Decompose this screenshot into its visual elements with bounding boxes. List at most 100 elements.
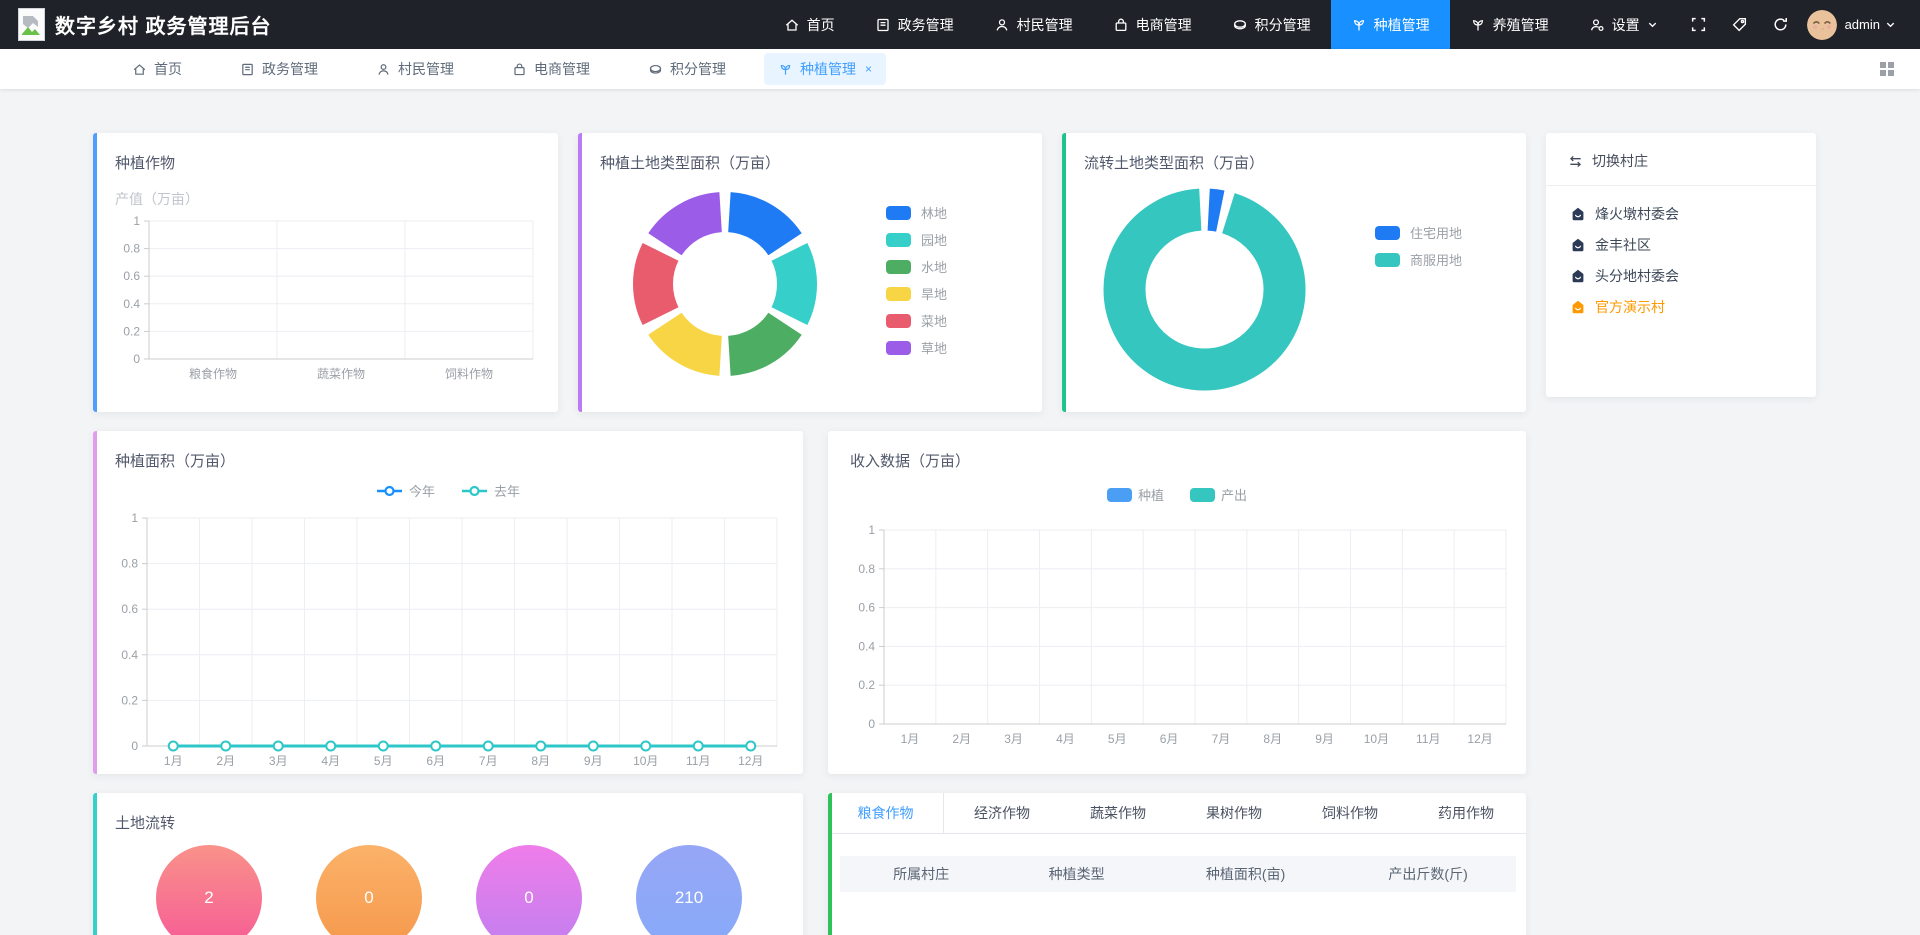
svg-text:0.4: 0.4 [123, 297, 140, 311]
svg-text:10月: 10月 [1364, 732, 1389, 746]
tag-button[interactable] [1719, 0, 1760, 49]
svg-text:12月: 12月 [738, 754, 763, 768]
card-accent [578, 133, 582, 412]
legend-item[interactable]: 今年 [376, 481, 435, 500]
legend-swatch [886, 206, 911, 220]
refresh-button[interactable] [1760, 0, 1801, 49]
village-3[interactable]: 头分地村委会 [1570, 266, 1796, 286]
fullscreen-icon [1690, 16, 1707, 33]
tab-gov[interactable]: 政务管理 [220, 53, 338, 85]
svg-text:7月: 7月 [1212, 732, 1231, 746]
line-chart-legend: 今年 去年 [93, 481, 803, 500]
crop-tab[interactable]: 果树作物 [1176, 793, 1292, 833]
card-accent [93, 793, 97, 935]
navbar-tools [1678, 0, 1801, 49]
tab-points[interactable]: 积分管理 [628, 53, 746, 85]
crop-tab[interactable]: 药用作物 [1408, 793, 1524, 833]
legend-item[interactable]: 产出 [1190, 485, 1247, 504]
card-accent [828, 793, 832, 935]
nav-item-gov[interactable]: 政务管理 [855, 0, 974, 49]
home-icon [784, 17, 800, 33]
village-4[interactable]: 官方演示村 [1570, 297, 1796, 317]
village-list: 烽火墩村委会金丰社区头分地村委会官方演示村 [1546, 186, 1816, 317]
svg-text:9月: 9月 [1315, 732, 1334, 746]
card-accent [1062, 133, 1066, 412]
crop-tab[interactable]: 经济作物 [944, 793, 1060, 833]
svg-text:6月: 6月 [426, 754, 445, 768]
legend-item[interactable]: 草地 [886, 338, 947, 357]
nav-item-settings[interactable]: 设置 [1569, 0, 1678, 49]
legend-swatch [886, 287, 911, 301]
legend-item[interactable]: 旱地 [886, 284, 947, 303]
nav-item-villagers[interactable]: 村民管理 [974, 0, 1093, 49]
svg-text:0: 0 [131, 739, 138, 753]
card-title: 流转土地类型面积（万亩） [1062, 133, 1526, 173]
close-icon[interactable]: × [865, 62, 872, 76]
user-avatar[interactable] [1807, 10, 1837, 40]
sprout-icon [1470, 17, 1486, 33]
line-marker-icon [461, 485, 488, 497]
svg-text:1: 1 [131, 511, 138, 525]
income-bar-chart: 10.80.60.40.201月2月3月4月5月6月7月8月9月10月11月12… [842, 518, 1526, 771]
svg-text:1: 1 [133, 214, 140, 228]
svg-text:0.2: 0.2 [858, 678, 875, 692]
svg-text:4月: 4月 [321, 754, 340, 768]
svg-text:5月: 5月 [1108, 732, 1127, 746]
crops-bar-chart: 10.80.60.40.20粮食作物蔬菜作物饲料作物 [101, 211, 558, 394]
svg-text:0.8: 0.8 [858, 562, 875, 576]
legend-item[interactable]: 商服用地 [1375, 250, 1462, 269]
nav-item-home[interactable]: 首页 [764, 0, 855, 49]
user-menu[interactable]: admin [1845, 17, 1910, 32]
svg-text:饲料作物: 饲料作物 [445, 367, 493, 381]
stat-circles: 200210 [93, 845, 803, 935]
village-icon [1570, 299, 1586, 315]
crop-tab[interactable]: 粮食作物 [828, 793, 944, 833]
svg-text:8月: 8月 [531, 754, 550, 768]
svg-text:0.4: 0.4 [121, 648, 138, 662]
tab-home[interactable]: 首页 [112, 53, 202, 85]
land-type-legend: 林地园地水地旱地菜地草地 [886, 203, 947, 384]
tab-ecommerce[interactable]: 电商管理 [492, 53, 610, 85]
panel-title: 切换村庄 [1592, 151, 1648, 171]
card-planting-area: 种植面积（万亩） 今年去年 10.80.60.40.201月2月3月4月5月6月… [93, 431, 803, 774]
legend-item[interactable]: 菜地 [886, 311, 947, 330]
crop-tab[interactable]: 蔬菜作物 [1060, 793, 1176, 833]
username: admin [1845, 17, 1880, 32]
chevron-down-icon [1647, 19, 1658, 30]
legend-item[interactable]: 种植 [1107, 485, 1164, 504]
village-2[interactable]: 金丰社区 [1570, 235, 1796, 255]
nav-item-breeding[interactable]: 养殖管理 [1450, 0, 1569, 49]
legend-item[interactable]: 园地 [886, 230, 947, 249]
crop-tab[interactable]: 饲料作物 [1292, 793, 1408, 833]
switch-icon [1568, 154, 1583, 169]
card-title: 种植土地类型面积（万亩） [578, 133, 1042, 173]
card-title: 土地流转 [93, 793, 803, 833]
navbar-menu: 首页政务管理村民管理电商管理积分管理种植管理养殖管理设置 [764, 0, 1678, 49]
legend-item[interactable]: 住宅用地 [1375, 223, 1462, 242]
stat-circle: 210 [636, 845, 742, 935]
land-type-donut-chart [630, 189, 820, 384]
fullscreen-button[interactable] [1678, 0, 1719, 49]
legend-item[interactable]: 去年 [461, 481, 520, 500]
coin-icon [1232, 17, 1248, 33]
svg-text:3月: 3月 [269, 754, 288, 768]
village-1[interactable]: 烽火墩村委会 [1570, 204, 1796, 224]
card-transfer-type-area: 流转土地类型面积（万亩） 住宅用地商服用地 [1062, 133, 1526, 412]
svg-text:0.4: 0.4 [858, 639, 875, 653]
nav-item-points[interactable]: 积分管理 [1212, 0, 1331, 49]
svg-text:11月: 11月 [1416, 732, 1440, 746]
card-income-data: 收入数据（万亩） 种植产出 10.80.60.40.201月2月3月4月5月6月… [828, 431, 1526, 774]
tab-planting[interactable]: 种植管理× [764, 53, 886, 85]
transfer-type-legend: 住宅用地商服用地 [1375, 223, 1462, 407]
nav-item-planting[interactable]: 种植管理 [1331, 0, 1450, 49]
legend-item[interactable]: 水地 [886, 257, 947, 276]
svg-text:1: 1 [868, 523, 875, 537]
nav-item-ecommerce[interactable]: 电商管理 [1093, 0, 1212, 49]
legend-item[interactable]: 林地 [886, 203, 947, 222]
svg-text:蔬菜作物: 蔬菜作物 [317, 367, 365, 381]
tab-villagers[interactable]: 村民管理 [356, 53, 474, 85]
main-content: 种植作物 产值（万亩） 10.80.60.40.20粮食作物蔬菜作物饲料作物 种… [0, 89, 1920, 935]
svg-text:1月: 1月 [164, 754, 183, 768]
tag-icon [1731, 16, 1748, 33]
grid-view-icon[interactable] [1878, 60, 1896, 78]
